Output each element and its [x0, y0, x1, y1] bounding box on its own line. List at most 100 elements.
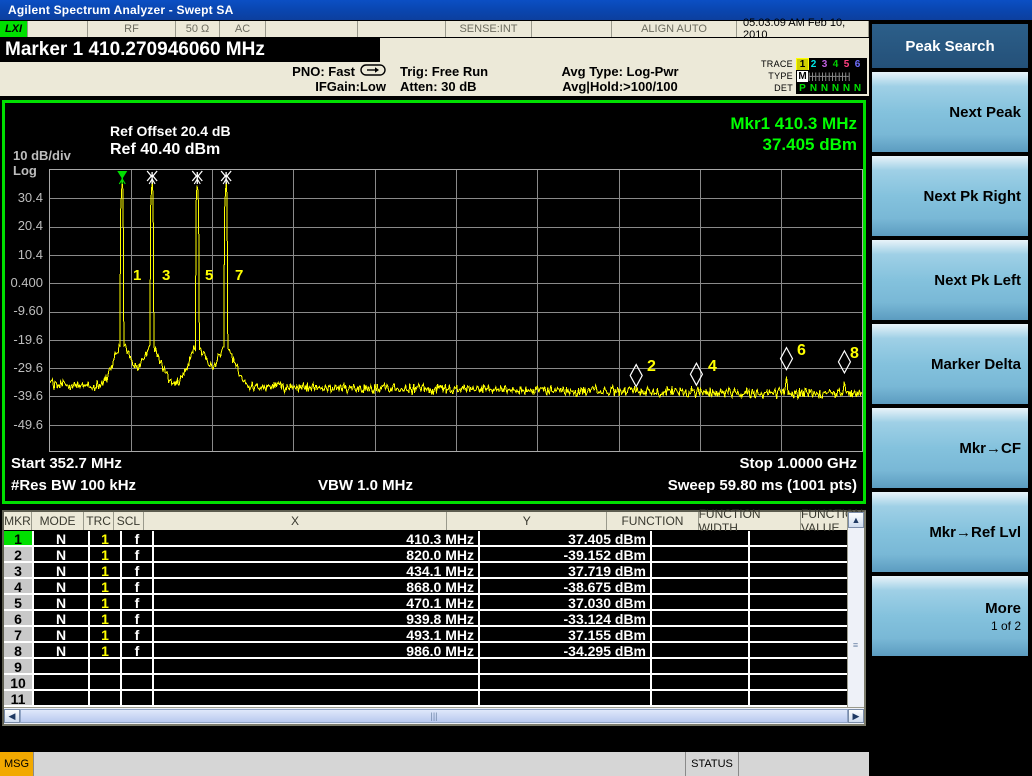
marker-glyph-7[interactable] [220, 170, 232, 185]
marker-glyph-5[interactable] [191, 170, 203, 185]
status-cell-blank-4 [532, 21, 612, 37]
trace-row-label: TRACE [760, 59, 793, 69]
marker-glyph-4[interactable] [689, 361, 704, 387]
softkey-sublabel: 1 of 2 [990, 618, 1021, 633]
marker-label-4[interactable]: 4 [708, 359, 717, 375]
status-cell-datetime: 05:03:09 AM Feb 10, 2010 [737, 17, 869, 41]
cell-trc: 1 [90, 547, 122, 563]
scroll-right-icon[interactable]: ▶ [848, 709, 864, 723]
scroll-up-icon[interactable]: ▲ [848, 512, 864, 528]
cell-function [652, 531, 750, 547]
marker-label-5[interactable]: 5 [205, 268, 213, 283]
marker-label-8[interactable]: 8 [850, 346, 859, 362]
table-row[interactable]: 6 N 1 f 939.8 MHz -33.124 dBm [4, 611, 864, 627]
table-row[interactable]: 8 N 1 f 986.0 MHz -34.295 dBm [4, 643, 864, 659]
marker-label-7[interactable]: 7 [235, 268, 243, 283]
marker-glyph-2[interactable] [629, 363, 643, 388]
softkey-label: Next Pk Left [934, 271, 1021, 289]
marker-glyph-6[interactable] [779, 346, 794, 371]
cell-x: 820.0 MHz [154, 547, 480, 563]
marker-glyph-1[interactable] [117, 171, 128, 185]
softkey-more[interactable]: More 1 of 2 [872, 576, 1028, 656]
status-cell-impedance: 50 Ω [176, 21, 220, 37]
marker-table-vertical-scrollbar[interactable]: ▲ ≡ [847, 512, 864, 710]
type-maxhold-indicator: M [797, 70, 808, 82]
marker-table-header: MKR MODE TRC SCL X Y FUNCTION FUNCTION W… [4, 507, 865, 535]
ref-level-label: Ref 40.40 dBm [110, 141, 221, 158]
cell-x: 986.0 MHz [154, 643, 480, 659]
cell-mkr: 4 [4, 579, 34, 595]
cell-scl: f [122, 643, 154, 659]
table-row[interactable]: 7 N 1 f 493.1 MHz 37.155 dBm [4, 627, 864, 643]
res-bw-label[interactable]: #Res BW 100 kHz [11, 475, 136, 497]
trace-number-3[interactable]: 3 [819, 59, 830, 70]
cell-function-width [750, 675, 860, 691]
cell-scl: f [122, 611, 154, 627]
header-function-width: FUNCTION WIDTH [699, 507, 802, 535]
trace-number-1[interactable]: 1 [796, 57, 809, 71]
cell-mode: N [34, 579, 90, 595]
h-scroll-thumb[interactable]: ||| [20, 709, 848, 723]
cell-function-width [750, 627, 860, 643]
y-tick-8: -49.6 [13, 417, 43, 432]
marker-label-1[interactable]: 1 [133, 268, 141, 283]
table-row[interactable]: 2 N 1 f 820.0 MHz -39.152 dBm [4, 547, 864, 563]
start-frequency-label[interactable]: Start 352.7 MHz [11, 453, 122, 475]
stop-frequency-label[interactable]: Stop 1.0000 GHz [739, 453, 857, 475]
softkey-mkr-ref-lvl[interactable]: Mkr→Ref Lvl [872, 492, 1028, 572]
marker-label-2[interactable]: 2 [647, 359, 656, 375]
scroll-thumb-grip-icon[interactable]: ≡ [851, 640, 860, 650]
marker-table[interactable]: MKR MODE TRC SCL X Y FUNCTION FUNCTION W… [2, 507, 866, 726]
table-row[interactable]: 4 N 1 f 868.0 MHz -38.675 dBm [4, 579, 864, 595]
vbw-label[interactable]: VBW 1.0 MHz [318, 475, 413, 497]
scroll-left-icon[interactable]: ◀ [4, 709, 20, 723]
cell-mode: N [34, 531, 90, 547]
measurement-header: Marker 1 410.270946060 MHz PNO: Fast IFG… [0, 38, 869, 96]
table-row[interactable]: 3 N 1 f 434.1 MHz 37.719 dBm [4, 563, 864, 579]
spectrum-graph[interactable]: 10 dB/div Log Ref Offset 20.4 dB Ref 40.… [2, 100, 866, 504]
marker-readout-frequency: Mkr1 410.3 MHz [730, 114, 857, 133]
trace-number-4[interactable]: 4 [830, 59, 841, 70]
softkey-label: Mkr→CF [959, 439, 1021, 457]
table-row[interactable]: 5 N 1 f 470.1 MHz 37.030 dBm [4, 595, 864, 611]
softkey-label: Mkr→Ref Lvl [929, 523, 1021, 541]
softkey-mkr-cf[interactable]: Mkr→CF [872, 408, 1028, 488]
marker-glyph-8[interactable] [837, 349, 852, 375]
avg-hold-label: Avg|Hold:>100/100 [562, 79, 678, 94]
cell-mkr: 6 [4, 611, 34, 627]
marker-label-3[interactable]: 3 [162, 268, 170, 283]
table-row[interactable]: 1 N 1 f 410.3 MHz 37.405 dBm [4, 531, 864, 547]
softkey-list[interactable]: Next Peak Next Pk Right Next Pk Left Marker… [872, 72, 1028, 656]
header-x: X [144, 512, 448, 530]
cell-x: 939.8 MHz [154, 611, 480, 627]
marker-label-6[interactable]: 6 [797, 343, 806, 359]
marker-table-body[interactable]: 1 N 1 f 410.3 MHz 37.405 dBm 2 N 1 f 820.0 MHz -39.… [4, 531, 864, 707]
sweep-time-label[interactable]: Sweep 59.80 ms (1001 pts) [668, 475, 857, 497]
softkey-next-peak[interactable]: Next Peak [872, 72, 1028, 152]
cell-function [652, 563, 750, 579]
marker-readout-box: Mkr1 410.3 MHz 37.405 dBm [730, 113, 857, 155]
cell-y: 37.155 dBm [480, 627, 652, 643]
marker-table-horizontal-scrollbar[interactable]: ◀ ||| ▶ [4, 707, 864, 724]
trace-number-5[interactable]: 5 [841, 59, 852, 70]
softkey-next-pk-right[interactable]: Next Pk Right [872, 156, 1028, 236]
table-row[interactable]: 10 [4, 675, 864, 691]
table-row[interactable]: 11 [4, 691, 864, 707]
softkey-marker-delta[interactable]: Marker Delta [872, 324, 1028, 404]
pno-label: PNO: Fast [292, 64, 355, 79]
cell-mode [34, 691, 90, 707]
softkey-next-pk-left[interactable]: Next Pk Left [872, 240, 1028, 320]
plot-area[interactable] [49, 169, 863, 452]
softkey-panel[interactable]: Peak Search Next Peak Next Pk Right Next P… [869, 21, 1032, 756]
cell-mkr: 8 [4, 643, 34, 659]
marker-glyph-3[interactable] [146, 170, 158, 185]
softkey-label: Next Peak [949, 103, 1021, 121]
softkey-menu-title: Peak Search [872, 24, 1028, 68]
trace-row: TRACE 1 2 3 4 5 6 [759, 57, 867, 71]
trace-number-6[interactable]: 6 [852, 59, 863, 70]
status-cell-coupling: AC [220, 21, 266, 37]
trace-number-2[interactable]: 2 [808, 59, 819, 70]
table-row[interactable]: 9 [4, 659, 864, 675]
message-bar: MSG STATUS [0, 750, 869, 776]
status-text-field [739, 752, 869, 776]
